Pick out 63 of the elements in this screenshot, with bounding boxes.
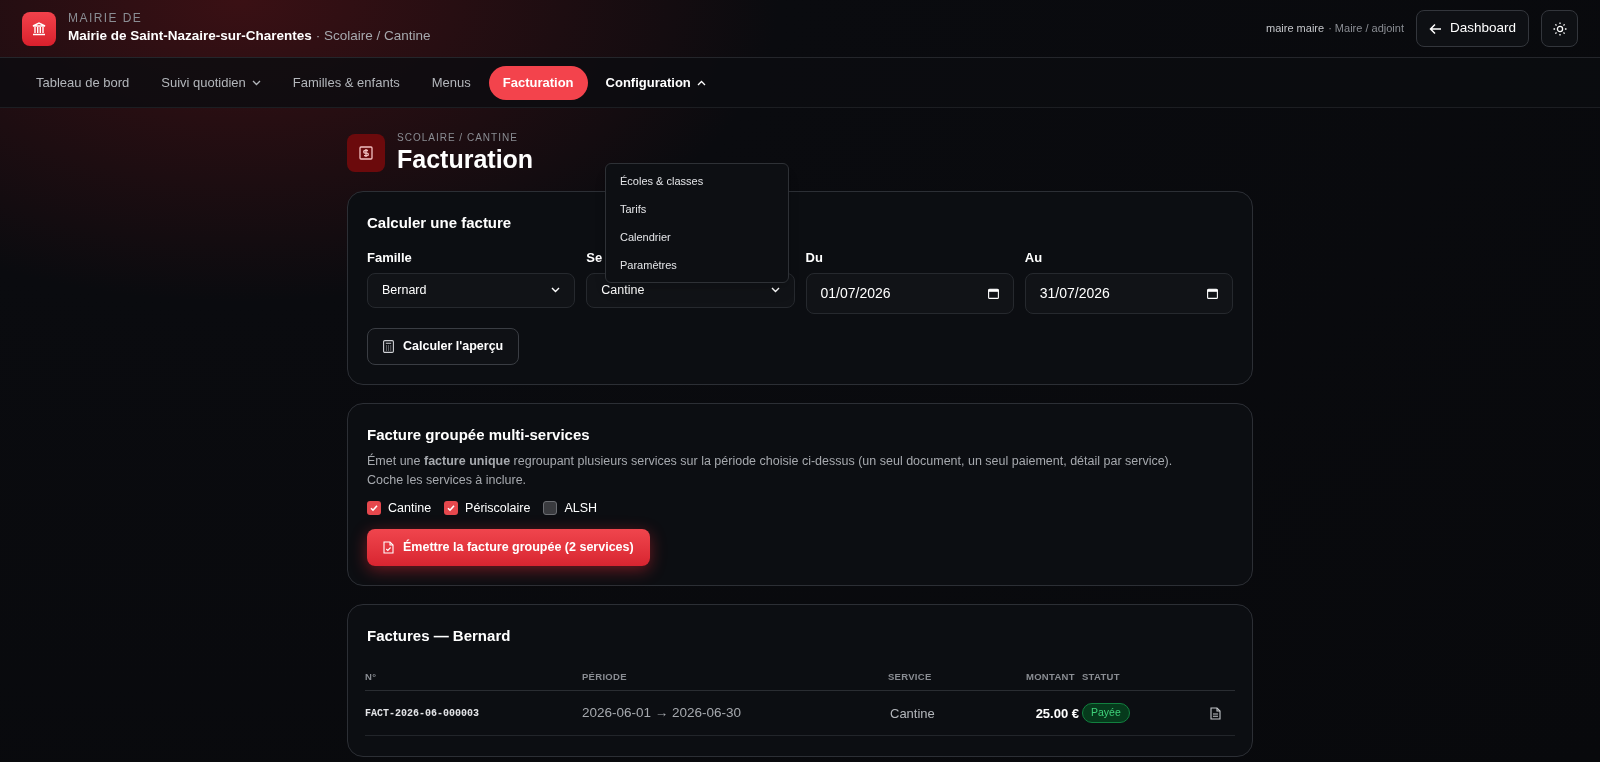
arrow-left-icon [1428,22,1442,35]
eyebrow-label: MAIRIE DE [68,10,144,27]
nav-tab[interactable]: Facturation [488,65,588,100]
organization-name: Mairie de Saint-Nazaire-sur-Charentes [68,27,312,46]
checkbox[interactable] [543,501,558,516]
hint-text: Coche les services à inclure. [367,472,528,489]
sun-icon [1552,21,1567,36]
document-check-icon [383,540,394,554]
select-field[interactable]: Bernard [367,272,576,308]
table-cell-text: 2026-06-01 → 2026-06-30 [582,704,743,723]
calendar-icon [1207,287,1218,299]
field-label: Du [805,249,823,266]
nav-tab[interactable]: Suivi quotidien [147,65,275,100]
column-header: MONTANT [1026,669,1075,684]
checkbox-label: Périscolaire [465,500,531,517]
document-icon[interactable] [1209,706,1221,720]
calendar-icon [987,287,999,299]
chevron-up-icon [696,79,706,86]
column-header: PÉRIODE [582,669,628,684]
table-cell-text: FACT-2026-06-000003 [365,706,481,721]
dashboard-button[interactable]: Dashboard [1415,10,1529,47]
issue-grouped-invoice-button[interactable]: Émettre la facture groupée (2 services) [367,528,650,566]
calculate-preview-button[interactable]: Calculer l'aperçu [367,327,520,365]
status-badge: Payée [1082,703,1130,724]
checkbox[interactable] [444,501,459,516]
user-name: maire maire [1266,21,1325,37]
chevron-down-icon [551,287,561,293]
theme-toggle-button[interactable] [1541,10,1578,47]
description-text: Émet une facture unique regroupant plusieurs services sur la période choisie ci-dessus (un seul document, un seul paiement, détail par service). [367,452,1174,470]
column-header: N° [365,669,378,684]
user-role: · Maire / adjoint [1328,21,1404,37]
nav-tab[interactable]: Tableau de bord [22,65,144,100]
checkbox-label: ALSH [564,500,598,517]
card-title: Factures — Bernard [366,625,512,646]
context-label: · Scolaire / Cantine [315,27,431,46]
checkmark-icon [446,503,457,514]
nav-tab[interactable]: Familles & enfants [278,65,414,100]
menu-item[interactable]: Tarifs [606,195,788,223]
chevron-down-icon [251,79,261,86]
date-field[interactable]: 01/07/2026 [805,272,1014,314]
invoice-icon [347,134,385,172]
nav-tab[interactable]: Menus [417,65,485,100]
column-header: STATUT [1082,669,1121,684]
date-field[interactable]: 31/07/2026 [1024,272,1233,314]
menu-item[interactable]: Écoles & classes [606,167,788,195]
nav-tab[interactable]: Configuration [591,65,720,100]
town-hall-logo [22,11,56,46]
checkbox-label: Cantine [388,500,432,517]
breadcrumb: SCOLAIRE / CANTINE [397,132,519,144]
page-title: Facturation [397,144,534,174]
table-cell-text: Cantine [889,704,936,723]
amount-cell-text: 25.00 € [1035,704,1080,723]
card-title: Calculer une facture [367,213,512,233]
column-header: SERVICE [888,669,933,684]
card-title: Facture groupée multi-services [367,424,591,445]
field-label: Famille [367,249,412,266]
menu-item[interactable]: Calendrier [606,223,788,251]
field-label: Se [586,249,603,266]
checkbox[interactable] [367,501,381,516]
checkmark-icon [369,503,379,514]
chevron-down-icon [770,287,780,293]
field-label: Au [1024,249,1043,266]
calculator-icon [383,339,394,353]
